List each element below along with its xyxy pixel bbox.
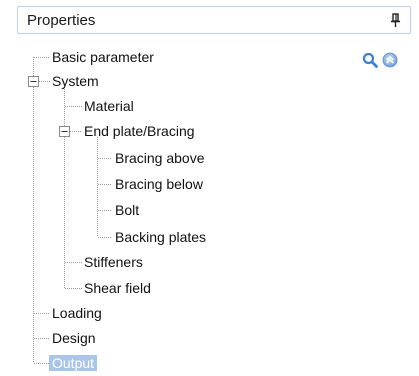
tree-item-label: Bolt: [115, 202, 140, 218]
tree-item-system[interactable]: System: [0, 71, 419, 91]
tree-item-label: Loading: [52, 305, 102, 321]
tree-item-bracing-below[interactable]: Bracing below: [0, 174, 419, 194]
tree-item-label: Material: [84, 98, 134, 114]
tree-item-label: Output: [49, 355, 98, 371]
tree-item-label: Shear field: [84, 280, 151, 296]
tree-item-label: Backing plates: [115, 229, 207, 245]
tree-item-backing-plates[interactable]: Backing plates: [0, 227, 419, 247]
tree-item-bolt[interactable]: Bolt: [0, 200, 419, 220]
tree-item-label: Stiffeners: [84, 254, 143, 270]
tree-item-shear-field[interactable]: Shear field: [0, 278, 419, 298]
tree-item-label: Basic parameter: [52, 49, 154, 65]
tree-item-label: End plate/Bracing: [84, 123, 195, 139]
tree-item-label: Bracing below: [115, 176, 203, 192]
properties-panel: Properties Basic parameter System Materi…: [0, 0, 419, 376]
tree-item-label: Bracing above: [115, 150, 205, 166]
tree-item-design[interactable]: Design: [0, 328, 419, 348]
tree-item-output[interactable]: Output: [0, 353, 419, 373]
tree-item-stiffeners[interactable]: Stiffeners: [0, 252, 419, 272]
tree-item-end-plate-bracing[interactable]: End plate/Bracing: [0, 121, 419, 141]
tree-item-bracing-above[interactable]: Bracing above: [0, 148, 419, 168]
tree-item-label: System: [52, 73, 99, 89]
tree-item-label: Design: [52, 330, 96, 346]
tree-item-basic-parameter[interactable]: Basic parameter: [0, 47, 419, 67]
tree-item-material[interactable]: Material: [0, 96, 419, 116]
tree-item-loading[interactable]: Loading: [0, 303, 419, 323]
